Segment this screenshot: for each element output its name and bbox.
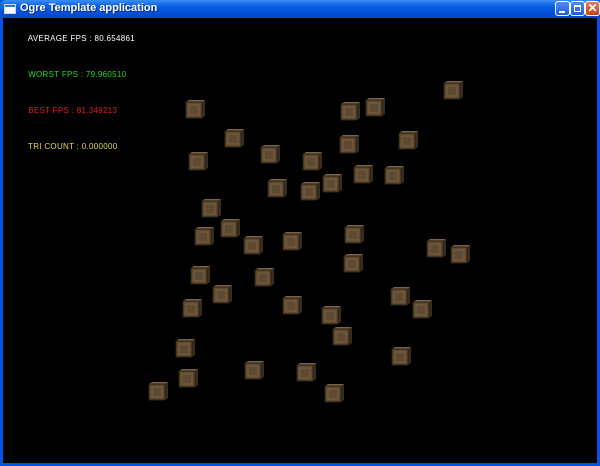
stat-value: 79.960510 xyxy=(85,70,127,79)
crate-cube xyxy=(243,236,263,255)
crate-cube xyxy=(398,131,418,150)
close-button[interactable]: ✕ xyxy=(585,1,600,16)
fps-overlay: AVERAGE FPS : 80.654861 WORST FPS : 79.9… xyxy=(8,21,135,165)
stat-label: TRI COUNT xyxy=(28,142,75,151)
worst-fps-line: WORST FPS : 79.960510 xyxy=(28,70,127,79)
crate-cube xyxy=(188,152,208,171)
crate-cube xyxy=(412,300,432,319)
crate-cube xyxy=(324,384,344,403)
crate-cube xyxy=(244,361,264,380)
crate-cube xyxy=(302,152,322,171)
app-icon[interactable] xyxy=(4,4,16,14)
maximize-icon xyxy=(574,5,581,12)
close-icon: ✕ xyxy=(587,1,598,15)
crate-cube xyxy=(296,363,316,382)
crate-cube xyxy=(185,100,205,119)
crate-cube xyxy=(321,306,341,325)
stat-label: BEST FPS xyxy=(28,106,70,115)
crate-cube xyxy=(282,232,302,251)
crate-cube xyxy=(391,347,411,366)
render-viewport[interactable]: AVERAGE FPS : 80.654861 WORST FPS : 79.9… xyxy=(3,18,597,463)
crate-cube xyxy=(148,382,168,401)
average-fps-line: AVERAGE FPS : 80.654861 xyxy=(27,34,136,43)
crate-cube xyxy=(344,225,364,244)
crate-cube xyxy=(175,339,195,358)
crate-cube xyxy=(340,102,360,121)
crate-cube xyxy=(212,285,232,304)
crate-cube xyxy=(224,129,244,148)
crate-cube xyxy=(450,245,470,264)
stat-value: 0.000000 xyxy=(81,142,118,151)
maximize-button[interactable] xyxy=(570,1,585,16)
crate-cube xyxy=(343,254,363,273)
stat-value: 80.654861 xyxy=(94,34,136,43)
app-window: Ogre Template application ✕ AVERAGE FPS … xyxy=(0,0,600,466)
crate-cube xyxy=(282,296,302,315)
crate-cube xyxy=(426,239,446,258)
window-title: Ogre Template application xyxy=(20,2,158,14)
crate-cube xyxy=(194,227,214,246)
crate-cube xyxy=(353,165,373,184)
crate-cube xyxy=(300,182,320,201)
crate-cube xyxy=(365,98,385,117)
crate-cube xyxy=(384,166,404,185)
crate-cube xyxy=(332,327,352,346)
title-bar[interactable]: Ogre Template application ✕ xyxy=(0,0,600,18)
best-fps-line: BEST FPS : 81.349213 xyxy=(28,106,118,115)
tri-count-line: TRI COUNT : 0.000000 xyxy=(28,142,118,151)
minimize-icon xyxy=(559,11,565,13)
crate-cube xyxy=(339,135,359,154)
stat-value: 81.349213 xyxy=(76,106,118,115)
crate-cube xyxy=(443,81,463,100)
crate-cube xyxy=(260,145,280,164)
stat-label: AVERAGE FPS xyxy=(27,34,87,43)
crate-cube xyxy=(254,268,274,287)
crate-cube xyxy=(220,219,240,238)
crate-cube xyxy=(178,369,198,388)
crate-cube xyxy=(322,174,342,193)
crate-cube xyxy=(201,199,221,218)
crate-cube xyxy=(182,299,202,318)
minimize-button[interactable] xyxy=(555,1,570,16)
crate-cube xyxy=(267,179,287,198)
stat-label: WORST FPS xyxy=(28,70,79,79)
crate-cube xyxy=(190,266,210,285)
crate-cube xyxy=(390,287,410,306)
